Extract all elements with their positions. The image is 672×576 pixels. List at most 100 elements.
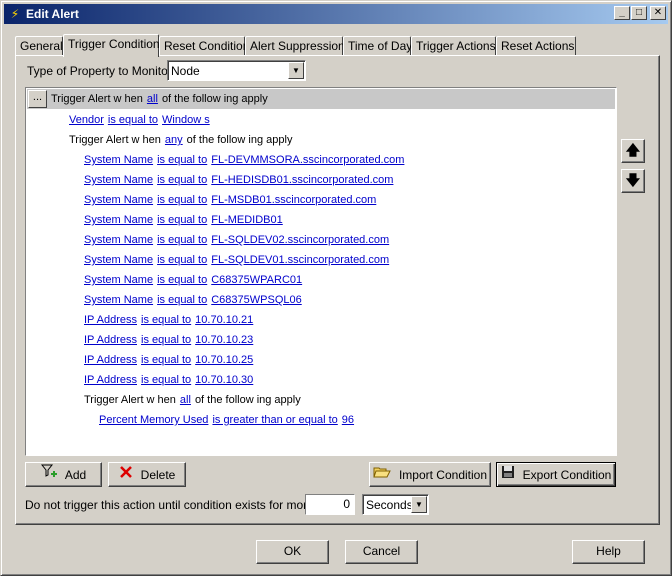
condition-item: IP Address is equal to 10.70.10.30: [84, 372, 253, 388]
arrow-up-icon: 🡅: [625, 142, 641, 158]
condition-operator-link[interactable]: is equal to: [141, 354, 191, 366]
condition-field-link[interactable]: Percent Memory Used: [99, 414, 208, 426]
condition-value-link[interactable]: 10.70.10.21: [195, 314, 253, 326]
condition-value-link[interactable]: C68375WPARC01: [211, 274, 302, 286]
move-down-button[interactable]: 🡇: [621, 169, 645, 193]
cancel-button[interactable]: Cancel: [345, 540, 418, 564]
condition-item: System Name is equal to FL-SQLDEV02.sscinc…: [84, 232, 389, 248]
condition-value-link[interactable]: 10.70.10.30: [195, 374, 253, 386]
condition-operator-link[interactable]: is equal to: [157, 154, 207, 166]
condition-item: System Name is equal to C68375WPSQL06: [84, 292, 302, 308]
tab-general[interactable]: General: [15, 36, 63, 56]
duration-value-input[interactable]: 0: [305, 494, 355, 515]
delete-x-icon: [119, 464, 133, 486]
condition-field-link[interactable]: System Name: [84, 214, 153, 226]
condition-item: System Name is equal to FL-SQLDEV01.sscinc…: [84, 252, 389, 268]
group-any-mode-link[interactable]: any: [165, 134, 183, 146]
condition-field-link[interactable]: IP Address: [84, 354, 137, 366]
condition-field-link[interactable]: System Name: [84, 194, 153, 206]
move-up-button[interactable]: 🡅: [621, 139, 645, 163]
delete-button[interactable]: Delete: [108, 462, 186, 487]
condition-operator-link[interactable]: is equal to: [157, 274, 207, 286]
tab-alert-suppression[interactable]: Alert Suppression: [245, 36, 345, 56]
condition-root-row[interactable]: ... Trigger Alert w hen all of the follow …: [27, 89, 615, 109]
condition-field-link[interactable]: System Name: [84, 154, 153, 166]
condition-item: System Name is equal to C68375WPARC01: [84, 272, 302, 288]
condition-operator-link[interactable]: is equal to: [141, 314, 191, 326]
arrow-down-icon: 🡇: [625, 172, 641, 188]
window-title: Edit Alert: [26, 7, 79, 21]
condition-field-link[interactable]: System Name: [84, 294, 153, 306]
condition-vendor: Vendor is equal to Window s: [69, 112, 210, 128]
condition-item: System Name is equal to FL-DEVMMSORA.sscin…: [84, 152, 404, 168]
condition-value-link[interactable]: FL-MEDIDB01: [211, 214, 283, 226]
add-filter-icon: [40, 463, 57, 486]
dropdown-arrow-icon[interactable]: ▼: [288, 62, 304, 79]
condition-value-link[interactable]: FL-SQLDEV02.sscincorporated.com: [211, 234, 389, 246]
condition-item: IP Address is equal to 10.70.10.23: [84, 332, 253, 348]
property-label: Type of Property to Monitor:: [27, 64, 176, 78]
condition-group-any: Trigger Alert w hen any of the follow ing …: [69, 134, 293, 146]
condition-operator-link[interactable]: is equal to: [157, 254, 207, 266]
tab-reset-actions[interactable]: Reset Actions: [496, 36, 576, 56]
add-button[interactable]: Add: [25, 462, 102, 487]
import-condition-button[interactable]: Import Condition: [369, 462, 491, 487]
save-disk-icon: [501, 464, 515, 486]
lightning-icon: ⚡: [10, 7, 20, 21]
root-mode-link[interactable]: all: [147, 93, 158, 105]
maximize-button[interactable]: □: [631, 6, 647, 20]
condition-item: System Name is equal to FL-MSDB01.sscincor…: [84, 192, 376, 208]
condition-value-link[interactable]: Window s: [162, 114, 210, 126]
condition-value-link[interactable]: 10.70.10.23: [195, 334, 253, 346]
tab-trigger-condition[interactable]: Trigger Condition: [63, 34, 160, 57]
condition-field-link[interactable]: System Name: [84, 234, 153, 246]
condition-operator-link[interactable]: is equal to: [157, 294, 207, 306]
condition-value-link[interactable]: FL-MSDB01.sscincorporated.com: [211, 194, 376, 206]
condition-item: IP Address is equal to 10.70.10.25: [84, 352, 253, 368]
condition-item: System Name is equal to FL-MEDIDB01: [84, 212, 283, 228]
condition-operator-link[interactable]: is equal to: [141, 334, 191, 346]
edit-alert-window: ⚡ Edit Alert _ □ ✕ General Trigger Condi…: [0, 0, 672, 576]
condition-operator-link[interactable]: is equal to: [157, 174, 207, 186]
condition-item: IP Address is equal to 10.70.10.21: [84, 312, 253, 328]
property-type-select[interactable]: Node ▼: [167, 60, 306, 81]
group-all-mode-link[interactable]: all: [180, 394, 191, 406]
condition-operator-link[interactable]: is equal to: [141, 374, 191, 386]
tab-time-of-day[interactable]: Time of Day: [343, 36, 412, 56]
condition-field-link[interactable]: System Name: [84, 254, 153, 266]
condition-value-link[interactable]: FL-DEVMMSORA.sscincorporated.com: [211, 154, 404, 166]
condition-menu-button[interactable]: ...: [28, 90, 47, 108]
duration-unit-select[interactable]: Seconds ▼: [362, 494, 429, 515]
condition-group-all: Trigger Alert w hen all of the follow ing …: [84, 394, 301, 406]
ok-button[interactable]: OK: [256, 540, 329, 564]
help-button[interactable]: Help: [572, 540, 645, 564]
condition-field-link[interactable]: Vendor: [69, 114, 104, 126]
condition-item: System Name is equal to FL-HEDISDB01.sscin…: [84, 172, 393, 188]
condition-operator-link[interactable]: is equal to: [108, 114, 158, 126]
open-folder-icon: [373, 464, 391, 486]
condition-field-link[interactable]: IP Address: [84, 314, 137, 326]
tab-trigger-actions[interactable]: Trigger Actions: [411, 36, 496, 56]
minimize-button[interactable]: _: [614, 6, 630, 20]
close-button[interactable]: ✕: [650, 6, 666, 20]
condition-value-link[interactable]: FL-HEDISDB01.sscincorporated.com: [211, 174, 393, 186]
condition-value-link[interactable]: 96: [342, 414, 354, 426]
dropdown-arrow-icon[interactable]: ▼: [411, 496, 427, 513]
condition-memory: Percent Memory Used is greater than or eq…: [99, 412, 354, 428]
duration-label: Do not trigger this action until conditi…: [25, 498, 341, 512]
condition-value-link[interactable]: C68375WPSQL06: [211, 294, 302, 306]
condition-operator-link[interactable]: is equal to: [157, 214, 207, 226]
condition-field-link[interactable]: System Name: [84, 274, 153, 286]
tab-reset-condition[interactable]: Reset Condition: [159, 36, 249, 56]
condition-tree[interactable]: ... Trigger Alert w hen all of the follow …: [25, 87, 617, 456]
condition-value-link[interactable]: FL-SQLDEV01.sscincorporated.com: [211, 254, 389, 266]
condition-field-link[interactable]: System Name: [84, 174, 153, 186]
condition-value-link[interactable]: 10.70.10.25: [195, 354, 253, 366]
condition-operator-link[interactable]: is equal to: [157, 194, 207, 206]
title-bar[interactable]: ⚡ Edit Alert _ □ ✕: [4, 4, 668, 24]
export-condition-button[interactable]: Export Condition: [496, 462, 616, 487]
condition-field-link[interactable]: IP Address: [84, 374, 137, 386]
condition-field-link[interactable]: IP Address: [84, 334, 137, 346]
condition-operator-link[interactable]: is greater than or equal to: [212, 414, 337, 426]
condition-operator-link[interactable]: is equal to: [157, 234, 207, 246]
